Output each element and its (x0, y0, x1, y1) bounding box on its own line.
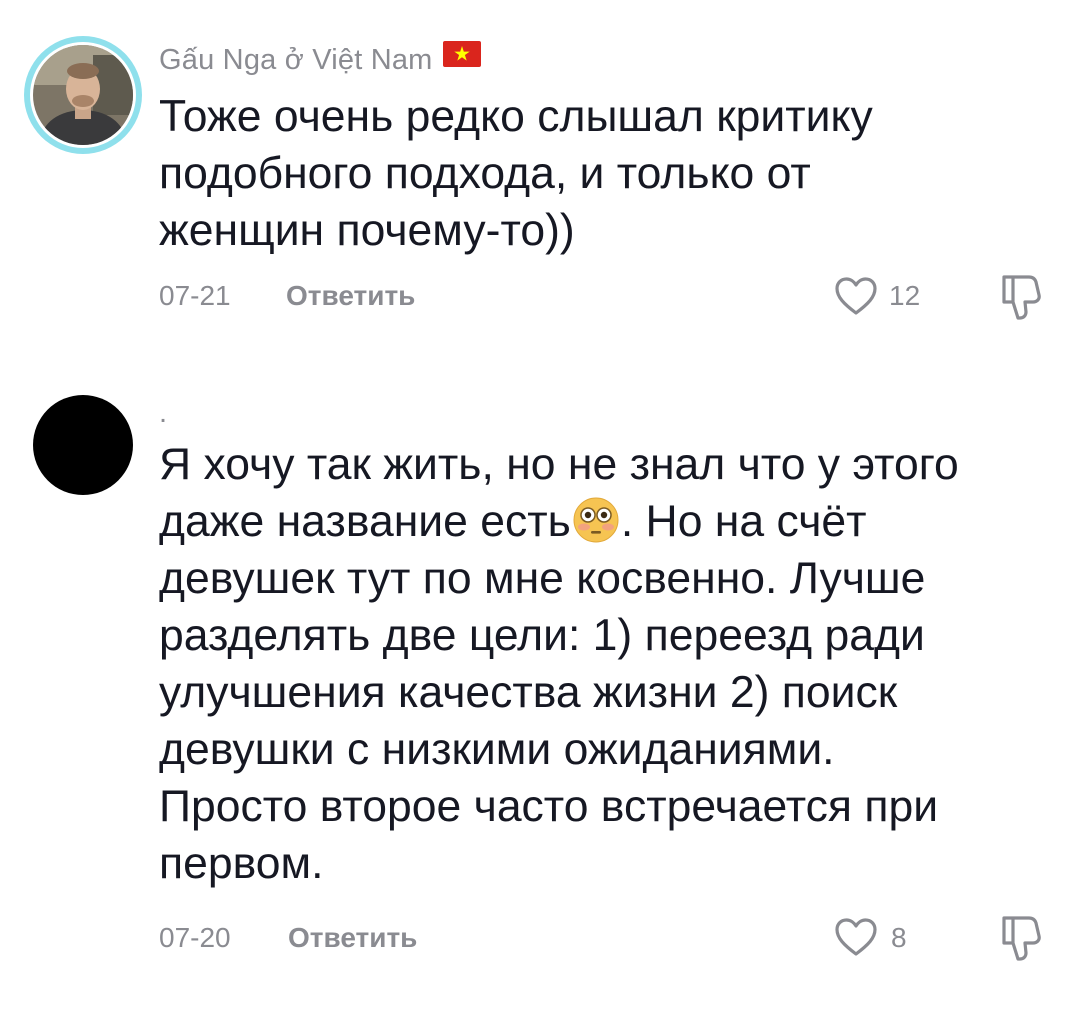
avatar[interactable] (33, 395, 133, 495)
flushed-face-emoji-icon (572, 496, 620, 544)
comment-text: Я хочу так жить, но не знал что у этого … (159, 440, 959, 888)
comment-2: . Я хочу так жить, но не знал что у этог… (0, 0, 1080, 1019)
comment-date: 07-20 (159, 922, 231, 953)
dislike-icon[interactable] (999, 914, 1043, 967)
reply-button[interactable]: Ответить (288, 922, 417, 954)
heart-icon[interactable] (834, 917, 878, 962)
like-count: 8 (891, 922, 907, 953)
username[interactable]: . (159, 397, 167, 430)
